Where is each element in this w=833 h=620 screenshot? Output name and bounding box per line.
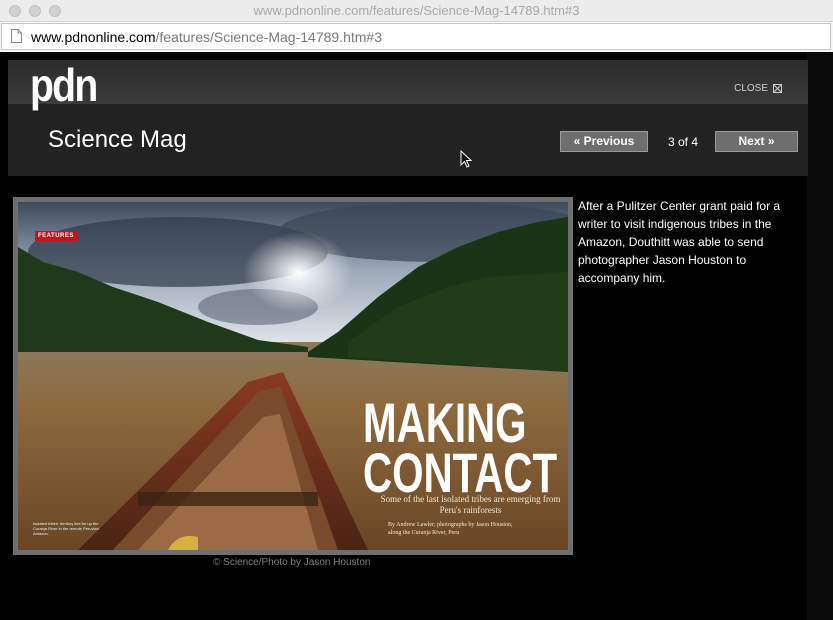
byline-line-1: By Andrew Lawler; photographs by Jason H… xyxy=(388,522,513,528)
lightbox-header: pdn CLOSE Science Mag « Previous 3 of 4 … xyxy=(8,59,808,176)
address-bar-area: www.pdnonline.com/features/Science-Mag-1… xyxy=(0,22,833,52)
close-icon xyxy=(773,84,782,93)
features-badge: FEATURES xyxy=(35,231,77,241)
header-top-bar: pdn CLOSE xyxy=(8,59,808,111)
previous-button[interactable]: « Previous xyxy=(560,131,648,152)
page-scroll-edge xyxy=(807,52,833,620)
window-titlebar: www.pdnonline.com/features/Science-Mag-1… xyxy=(0,0,833,22)
page-icon xyxy=(11,29,22,43)
next-button[interactable]: Next » xyxy=(715,131,798,152)
feature-photo[interactable]: FEATURES MAKING CONTACT Some of the last… xyxy=(18,202,568,550)
close-lightbox-button[interactable]: CLOSE xyxy=(734,83,782,94)
photo-caption: After a Pulitzer Center grant paid for a… xyxy=(578,199,781,285)
byline-line-2: along the Curanja River, Peru xyxy=(388,530,460,536)
address-bar[interactable]: www.pdnonline.com/features/Science-Mag-1… xyxy=(1,23,831,50)
photo-subhead: Some of the last isolated tribes are eme… xyxy=(380,494,561,515)
url-text: www.pdnonline.com/features/Science-Mag-1… xyxy=(31,29,382,45)
mouse-cursor-icon xyxy=(460,150,472,168)
web-page: pdn CLOSE Science Mag « Previous 3 of 4 … xyxy=(0,52,833,620)
pdn-logo[interactable]: pdn xyxy=(30,58,98,112)
url-domain: www.pdnonline.com xyxy=(31,29,156,45)
photo-credit: © Science/Photo by Jason Houston xyxy=(213,557,371,568)
headline-line-2: CONTACT xyxy=(363,441,558,504)
photo-frame: FEATURES MAKING CONTACT Some of the last… xyxy=(13,197,573,555)
url-path: /features/Science-Mag-14789.htm#3 xyxy=(155,29,382,45)
photo-byline: By Andrew Lawler; photographs by Jason H… xyxy=(388,521,513,537)
slide-counter: 3 of 4 xyxy=(668,135,699,149)
photo-inset-caption: Isolated tribes' territory lies far up t… xyxy=(33,521,99,536)
window-title: www.pdnonline.com/features/Science-Mag-1… xyxy=(253,3,580,18)
photo-headline: MAKING CONTACT xyxy=(363,395,558,504)
close-label: CLOSE xyxy=(734,83,768,94)
gallery-title: Science Mag xyxy=(48,126,187,153)
